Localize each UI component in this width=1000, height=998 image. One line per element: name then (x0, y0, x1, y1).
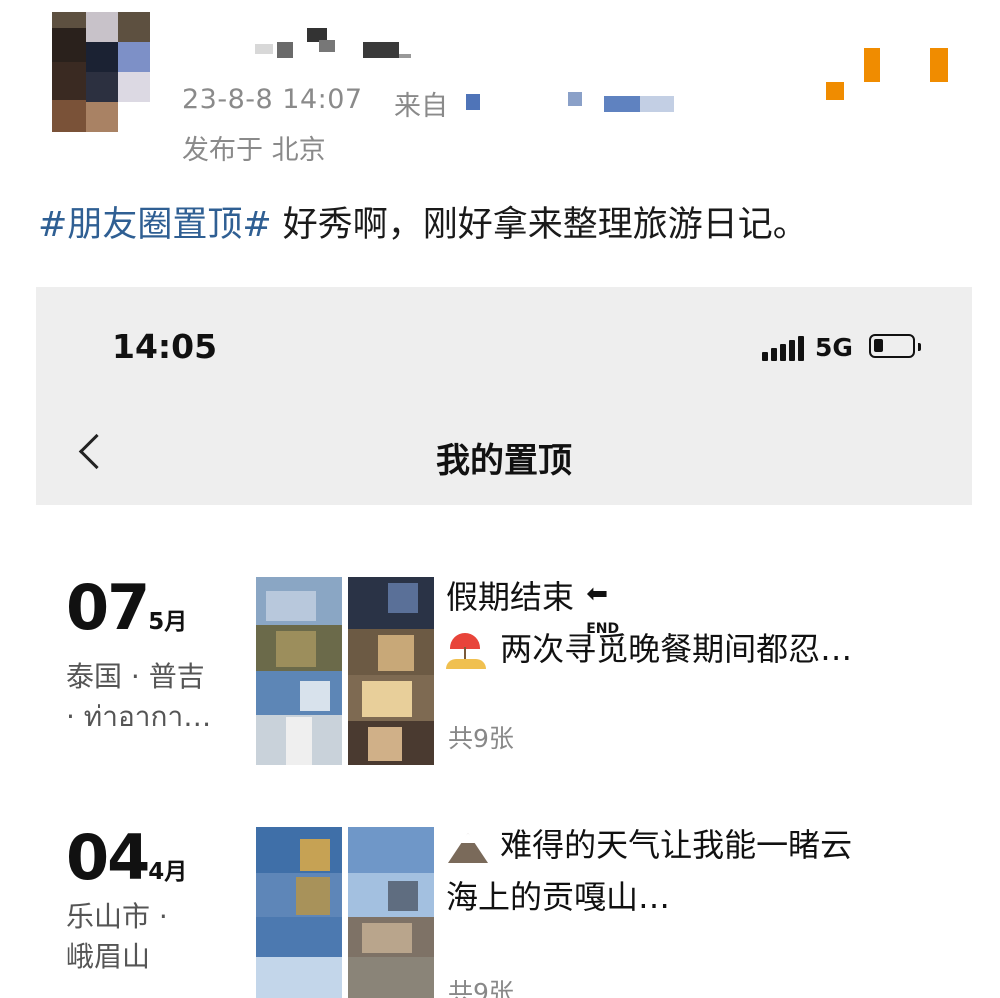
more-options-icon[interactable] (826, 44, 956, 100)
embedded-screenshot: 14:05 5G 我的置顶 075月 泰国 · 普吉 · ท่าอากา… 假期… (36, 287, 972, 998)
place-line: 乐山市 · (66, 900, 168, 933)
place-line: · ท่าอากา… (66, 700, 212, 733)
network-type: 5G (815, 333, 853, 362)
avatar[interactable] (52, 12, 150, 132)
item-day: 07 (66, 571, 150, 644)
photo-thumbnail[interactable] (256, 827, 342, 998)
post-location: 发布于 北京 (182, 135, 326, 166)
item-date: 075月 (66, 577, 187, 639)
title-line: 海上的贡嘎山… (446, 878, 671, 916)
post-body: 好秀啊，刚好拿来整理旅游日记。 (271, 205, 808, 245)
title-line: 难得的天气让我能一睹云 (500, 826, 853, 864)
mountain-icon (446, 827, 490, 867)
photo-count: 共9张 (448, 724, 514, 753)
item-date: 044月 (66, 827, 187, 889)
title-line: 两次寻觅晚餐期间都忍… (500, 630, 853, 668)
post-source-label: 来自 (394, 91, 448, 122)
photo-thumbnail[interactable] (348, 577, 434, 765)
post-text: #朋友圈置顶# 好秀啊，刚好拿来整理旅游日记。 (38, 196, 808, 247)
signal-icon (762, 335, 806, 361)
item-month: 5月 (148, 609, 188, 635)
list-item[interactable]: 044月 乐山市 · 峨眉山 难得的天气让我能一睹云 海上的贡嘎山… 共9张 (36, 826, 972, 998)
item-title: 难得的天气让我能一睹云 海上的贡嘎山… (446, 819, 852, 923)
end-arrow-icon: ⬅ END (584, 579, 628, 637)
username-blurred[interactable] (255, 28, 415, 68)
item-place: 泰国 · 普吉 · ท่าอากา… (66, 657, 211, 737)
beach-umbrella-icon (446, 631, 490, 671)
list-item[interactable]: 075月 泰国 · 普吉 · ท่าอากา… 假期结束 ⬅ END 两次寻觅晚… (36, 577, 972, 777)
place-line: 峨眉山 (66, 940, 151, 973)
battery-icon (869, 334, 921, 358)
item-place: 乐山市 · 峨眉山 (66, 897, 168, 977)
status-time: 14:05 (112, 327, 218, 366)
place-line: 泰国 · 普吉 (66, 660, 205, 693)
title-line: 假期结束 (446, 578, 575, 616)
post-timestamp: 23-8-8 14:07 (182, 84, 363, 115)
post-source-blurred[interactable] (452, 92, 682, 116)
photo-thumbnail[interactable] (348, 827, 434, 998)
item-month: 4月 (148, 859, 188, 885)
end-label: END (586, 621, 620, 637)
item-day: 04 (66, 821, 150, 894)
hashtag-link[interactable]: #朋友圈置顶# (38, 205, 272, 245)
page-title: 我的置顶 (436, 441, 572, 481)
item-title: 假期结束 ⬅ END 两次寻觅晚餐期间都忍… (446, 571, 852, 675)
photo-thumbnail[interactable] (256, 577, 342, 765)
photo-count: 共9张 (448, 978, 514, 998)
